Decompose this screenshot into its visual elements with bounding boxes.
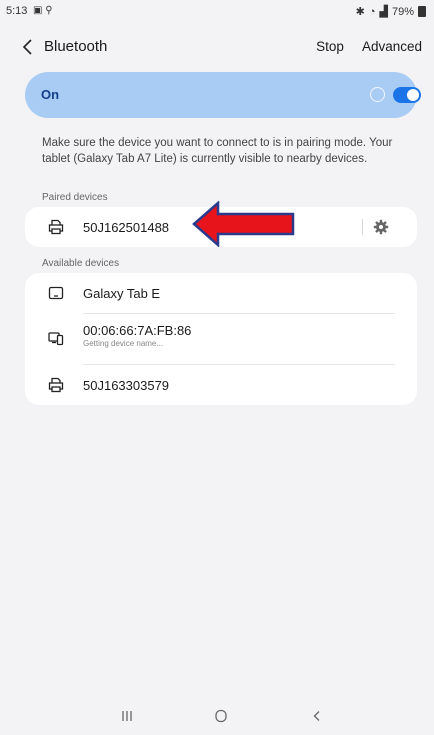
available-device-name: Galaxy Tab E (83, 286, 161, 301)
navigation-bar (0, 705, 434, 735)
recents-button[interactable] (112, 709, 142, 733)
status-right-icons: ✱ ◔ ▟ 79% (356, 5, 426, 18)
devices-icon (48, 330, 64, 346)
gear-icon (373, 219, 389, 235)
available-device-name: 50J163303579 (83, 378, 170, 393)
device-status-text: Getting device name... (83, 339, 164, 348)
paired-device-name: 50J162501488 (83, 220, 170, 235)
printer-icon (48, 377, 64, 393)
pairing-info-text: Make sure the device you want to connect… (42, 137, 393, 165)
bluetooth-status-icon: ✱ (355, 6, 365, 18)
home-icon (215, 709, 227, 723)
scanning-indicator-icon (370, 87, 385, 102)
bluetooth-toggle-card[interactable]: On (25, 72, 421, 118)
available-device-name: 00:06:66:7A:FB:86 (83, 323, 192, 338)
available-devices-card: Galaxy Tab E 00:06:66:7A:FB:86 Getting d… (25, 273, 417, 405)
available-device-row[interactable]: Galaxy Tab E (25, 273, 417, 313)
stop-button[interactable]: Stop (316, 39, 344, 54)
page-title: Bluetooth (44, 38, 108, 55)
chevron-left-icon (22, 39, 32, 55)
paired-devices-label: Paired devices (42, 192, 108, 203)
status-time: 5:13 (6, 5, 28, 17)
printer-icon (48, 219, 64, 235)
toggle-state-label: On (41, 87, 60, 102)
battery-icon (418, 6, 426, 17)
back-icon (313, 711, 320, 721)
back-button[interactable] (20, 36, 36, 58)
available-devices-label: Available devices (42, 258, 120, 269)
header-actions: Stop Advanced (316, 39, 422, 54)
nav-back-button[interactable] (302, 709, 332, 733)
status-left-icons: ▣ ⚲ (33, 5, 53, 16)
status-bar: 5:13 ▣ ⚲ ✱ ◔ ▟ 79% (0, 0, 434, 20)
available-device-row[interactable]: 00:06:66:7A:FB:86 Getting device name... (25, 314, 417, 364)
notification-icon: ▣ (33, 5, 43, 16)
wifi-icon: ◔ (368, 5, 376, 18)
device-settings-button[interactable] (373, 219, 389, 235)
advanced-button[interactable]: Advanced (362, 39, 422, 54)
signal-icon: ▟ (379, 6, 388, 18)
row-divider (362, 219, 363, 235)
tablet-icon (48, 285, 64, 301)
location-icon: ⚲ (45, 5, 53, 16)
bluetooth-switch[interactable] (393, 87, 421, 103)
home-button[interactable] (206, 709, 236, 733)
app-header: Bluetooth Stop Advanced (0, 30, 434, 64)
switch-knob (407, 89, 419, 101)
recents-icon (122, 711, 132, 721)
available-device-row[interactable]: 50J163303579 (25, 365, 417, 405)
annotation-arrow-icon (192, 201, 295, 247)
battery-level: 79% (391, 5, 414, 18)
